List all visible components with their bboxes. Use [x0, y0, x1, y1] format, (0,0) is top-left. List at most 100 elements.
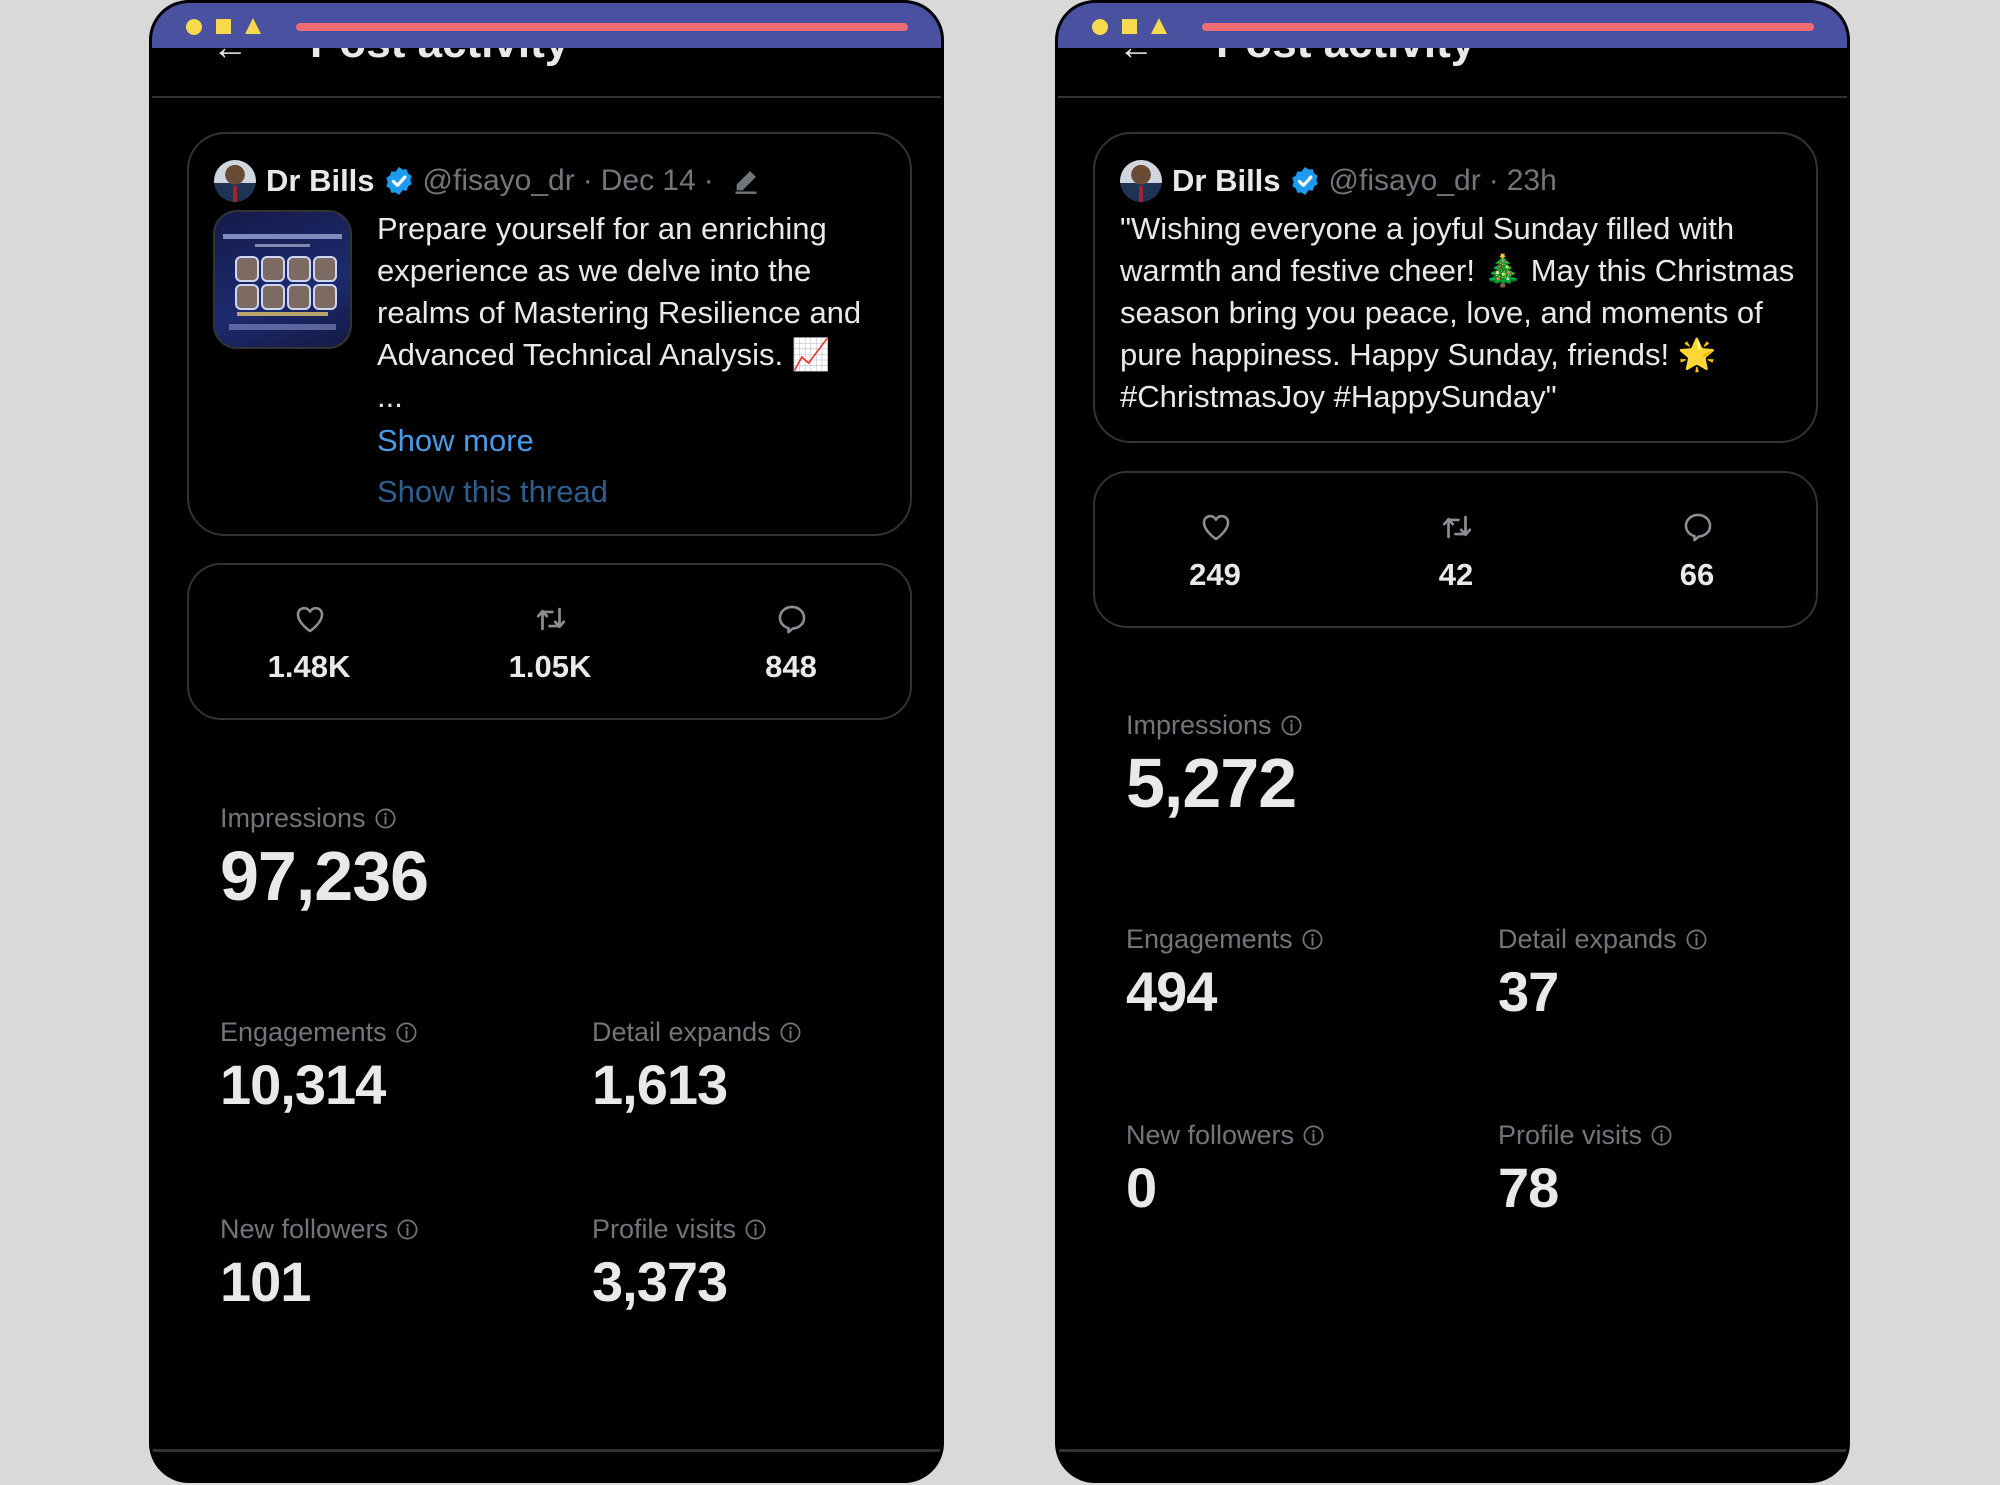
circle-shape-icon — [1092, 19, 1108, 35]
titlebar-bar — [1202, 23, 1814, 31]
profile-visits-label: Profile visits — [1498, 1120, 1643, 1150]
page-title: Post activity — [1216, 48, 1475, 68]
author-handle[interactable]: @fisayo_dr — [423, 164, 575, 198]
tweet-card[interactable]: Dr Bills @fisayo_dr · 23h "Wishing every… — [1093, 132, 1818, 443]
reposts-count: 1.05K — [508, 649, 592, 684]
engagements-metric: Engagements 494 — [1126, 924, 1324, 1024]
heart-icon — [293, 602, 327, 636]
reply-icon — [1681, 510, 1715, 544]
new-followers-label: New followers — [220, 1214, 389, 1244]
truncation-ellipsis: ... — [377, 379, 403, 414]
titlebar-bar — [296, 23, 908, 31]
info-icon[interactable] — [374, 807, 397, 830]
impressions-label: Impressions — [220, 803, 366, 833]
profile-visits-value: 3,373 — [592, 1250, 728, 1313]
engagement-summary: 249 42 66 — [1093, 471, 1818, 628]
info-icon[interactable] — [1280, 714, 1303, 737]
replies-stat: 66 — [1597, 473, 1797, 626]
engagements-label: Engagements — [1126, 924, 1293, 954]
tweet-header: Dr Bills @fisayo_dr · Dec 14 · — [214, 159, 760, 203]
info-icon[interactable] — [1650, 1124, 1673, 1147]
info-icon[interactable] — [779, 1021, 802, 1044]
page-title: Post activity — [310, 48, 569, 68]
window-titlebar — [152, 3, 941, 48]
tweet-body: Prepare yourself for an enriching experi… — [377, 211, 862, 372]
tweet-timestamp[interactable]: 23h — [1507, 164, 1557, 198]
detail-expands-metric: Detail expands 37 — [1498, 924, 1708, 1024]
impressions-label: Impressions — [1126, 710, 1272, 740]
reply-icon — [775, 602, 809, 636]
new-followers-metric: New followers 101 — [220, 1214, 419, 1314]
square-shape-icon — [1122, 19, 1137, 34]
tweet-media-thumbnail[interactable] — [213, 210, 352, 349]
window-titlebar — [1058, 3, 1847, 48]
impressions-value: 97,236 — [220, 837, 429, 915]
info-icon[interactable] — [395, 1021, 418, 1044]
info-icon[interactable] — [1302, 1124, 1325, 1147]
info-icon[interactable] — [396, 1218, 419, 1241]
likes-stat: 249 — [1115, 473, 1315, 626]
detail-expands-value: 37 — [1498, 960, 1559, 1023]
verified-badge-icon — [383, 165, 415, 197]
show-more-link[interactable]: Show more — [377, 423, 534, 459]
edit-pencil-icon — [732, 167, 760, 195]
replies-count: 66 — [1679, 557, 1715, 592]
impressions-metric: Impressions 5,272 — [1126, 710, 1303, 823]
verified-badge-icon — [1289, 165, 1321, 197]
detail-expands-metric: Detail expands 1,613 — [592, 1017, 802, 1117]
triangle-shape-icon — [245, 18, 261, 34]
impressions-metric: Impressions 97,236 — [220, 803, 429, 916]
replies-count: 848 — [765, 649, 817, 684]
square-shape-icon — [216, 19, 231, 34]
engagements-label: Engagements — [220, 1017, 387, 1047]
profile-visits-value: 78 — [1498, 1156, 1559, 1219]
show-thread-link[interactable]: Show this thread — [377, 474, 608, 510]
new-followers-metric: New followers 0 — [1126, 1120, 1325, 1220]
heart-icon — [1199, 510, 1233, 544]
separator-dot: · — [703, 164, 714, 197]
repost-icon — [534, 602, 568, 636]
page-header: ← Post activity — [152, 48, 941, 98]
likes-count: 1.48K — [267, 649, 351, 684]
avatar[interactable] — [1120, 160, 1162, 202]
new-followers-label: New followers — [1126, 1120, 1295, 1150]
avatar[interactable] — [214, 160, 256, 202]
engagement-summary: 1.48K 1.05K 848 — [187, 563, 912, 720]
info-icon[interactable] — [1301, 928, 1324, 951]
tweet-header: Dr Bills @fisayo_dr · 23h — [1120, 159, 1557, 203]
profile-visits-metric: Profile visits 3,373 — [592, 1214, 767, 1314]
tweet-timestamp[interactable]: Dec 14 — [601, 164, 696, 198]
tweet-text: "Wishing everyone a joyful Sunday filled… — [1120, 208, 1810, 418]
circle-shape-icon — [186, 19, 202, 35]
separator-dot: · — [582, 164, 593, 197]
reposts-stat: 42 — [1356, 473, 1556, 626]
profile-visits-metric: Profile visits 78 — [1498, 1120, 1673, 1220]
detail-expands-label: Detail expands — [592, 1017, 771, 1047]
tweet-body: "Wishing everyone a joyful Sunday filled… — [1120, 211, 1795, 414]
separator-dot: · — [1488, 164, 1499, 197]
back-arrow-icon[interactable]: ← — [1118, 48, 1154, 68]
info-icon[interactable] — [1685, 928, 1708, 951]
engagements-value: 494 — [1126, 960, 1217, 1023]
profile-visits-label: Profile visits — [592, 1214, 737, 1244]
tweet-text: Prepare yourself for an enriching experi… — [377, 208, 897, 418]
triangle-shape-icon — [1151, 18, 1167, 34]
author-name[interactable]: Dr Bills — [266, 163, 375, 199]
reposts-stat: 1.05K — [450, 565, 650, 718]
new-followers-value: 0 — [1126, 1156, 1157, 1219]
repost-icon — [1440, 510, 1474, 544]
page-header: ← Post activity — [1058, 48, 1847, 98]
info-icon[interactable] — [744, 1218, 767, 1241]
engagements-value: 10,314 — [220, 1053, 386, 1116]
author-handle[interactable]: @fisayo_dr — [1329, 164, 1481, 198]
author-name[interactable]: Dr Bills — [1172, 163, 1281, 199]
engagements-metric: Engagements 10,314 — [220, 1017, 418, 1117]
reposts-count: 42 — [1438, 557, 1474, 592]
bottom-divider — [152, 1449, 941, 1452]
back-arrow-icon[interactable]: ← — [212, 48, 248, 68]
detail-expands-value: 1,613 — [592, 1053, 728, 1116]
impressions-value: 5,272 — [1126, 744, 1297, 822]
tweet-card[interactable]: Dr Bills @fisayo_dr · Dec 14 · Prepare y… — [187, 132, 912, 536]
post-activity-window-right: ← Post activity Dr Bills @fisayo_dr · 23… — [1055, 0, 1850, 1483]
likes-count: 249 — [1189, 557, 1241, 592]
